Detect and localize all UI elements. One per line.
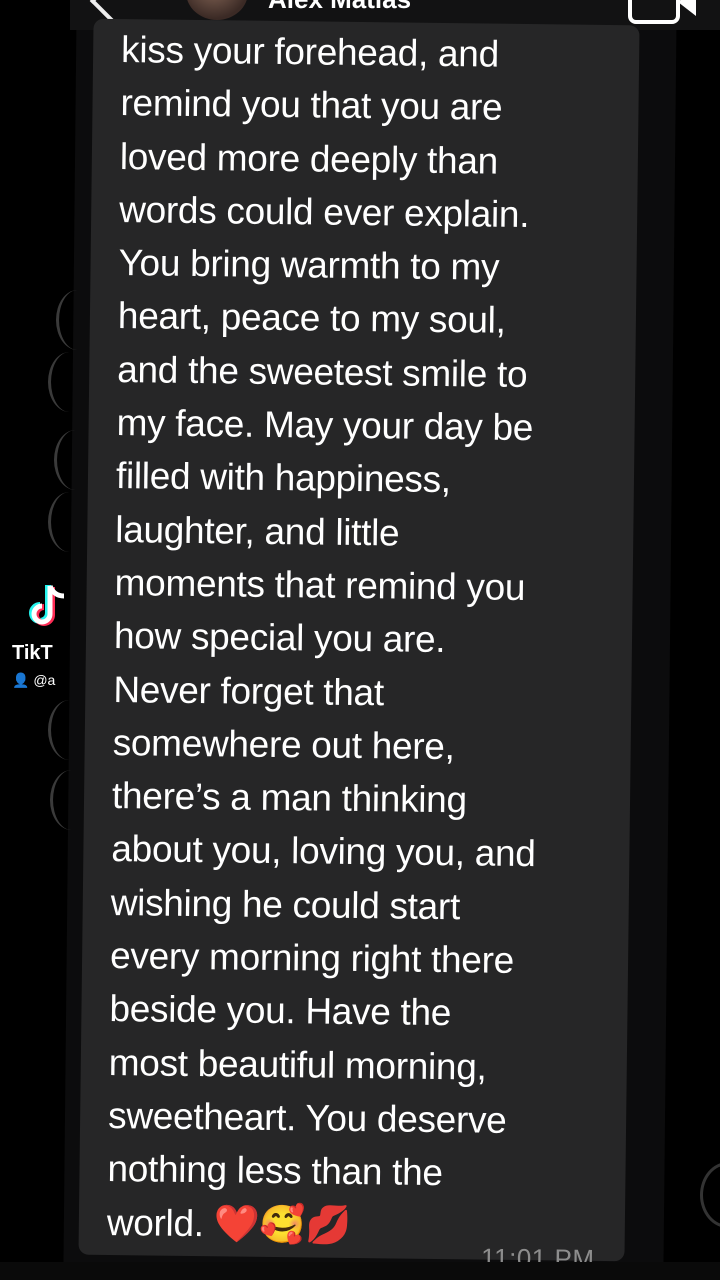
tiktok-watermark: TikT 👤 @a bbox=[10, 582, 80, 692]
tiktok-handle: @a bbox=[33, 672, 56, 688]
reflection-ring bbox=[700, 1162, 720, 1228]
tiktok-username: 👤 @a bbox=[12, 672, 56, 688]
video-call-icon[interactable] bbox=[628, 0, 696, 24]
message-text: kiss your forehead, and remind you that … bbox=[106, 29, 536, 1246]
tiktok-name: TikT bbox=[12, 642, 53, 664]
message-bubble[interactable]: kiss your forehead, and remind you that … bbox=[78, 18, 640, 1274]
reflection-arc bbox=[48, 492, 91, 552]
contact-name[interactable]: Alex Matias bbox=[268, 0, 411, 15]
reflection-arc bbox=[48, 352, 91, 412]
bottom-strip bbox=[0, 1262, 720, 1280]
tiktok-logo-icon bbox=[29, 584, 65, 626]
screen: Alex Matias kiss your forehead, and remi… bbox=[0, 0, 720, 1280]
